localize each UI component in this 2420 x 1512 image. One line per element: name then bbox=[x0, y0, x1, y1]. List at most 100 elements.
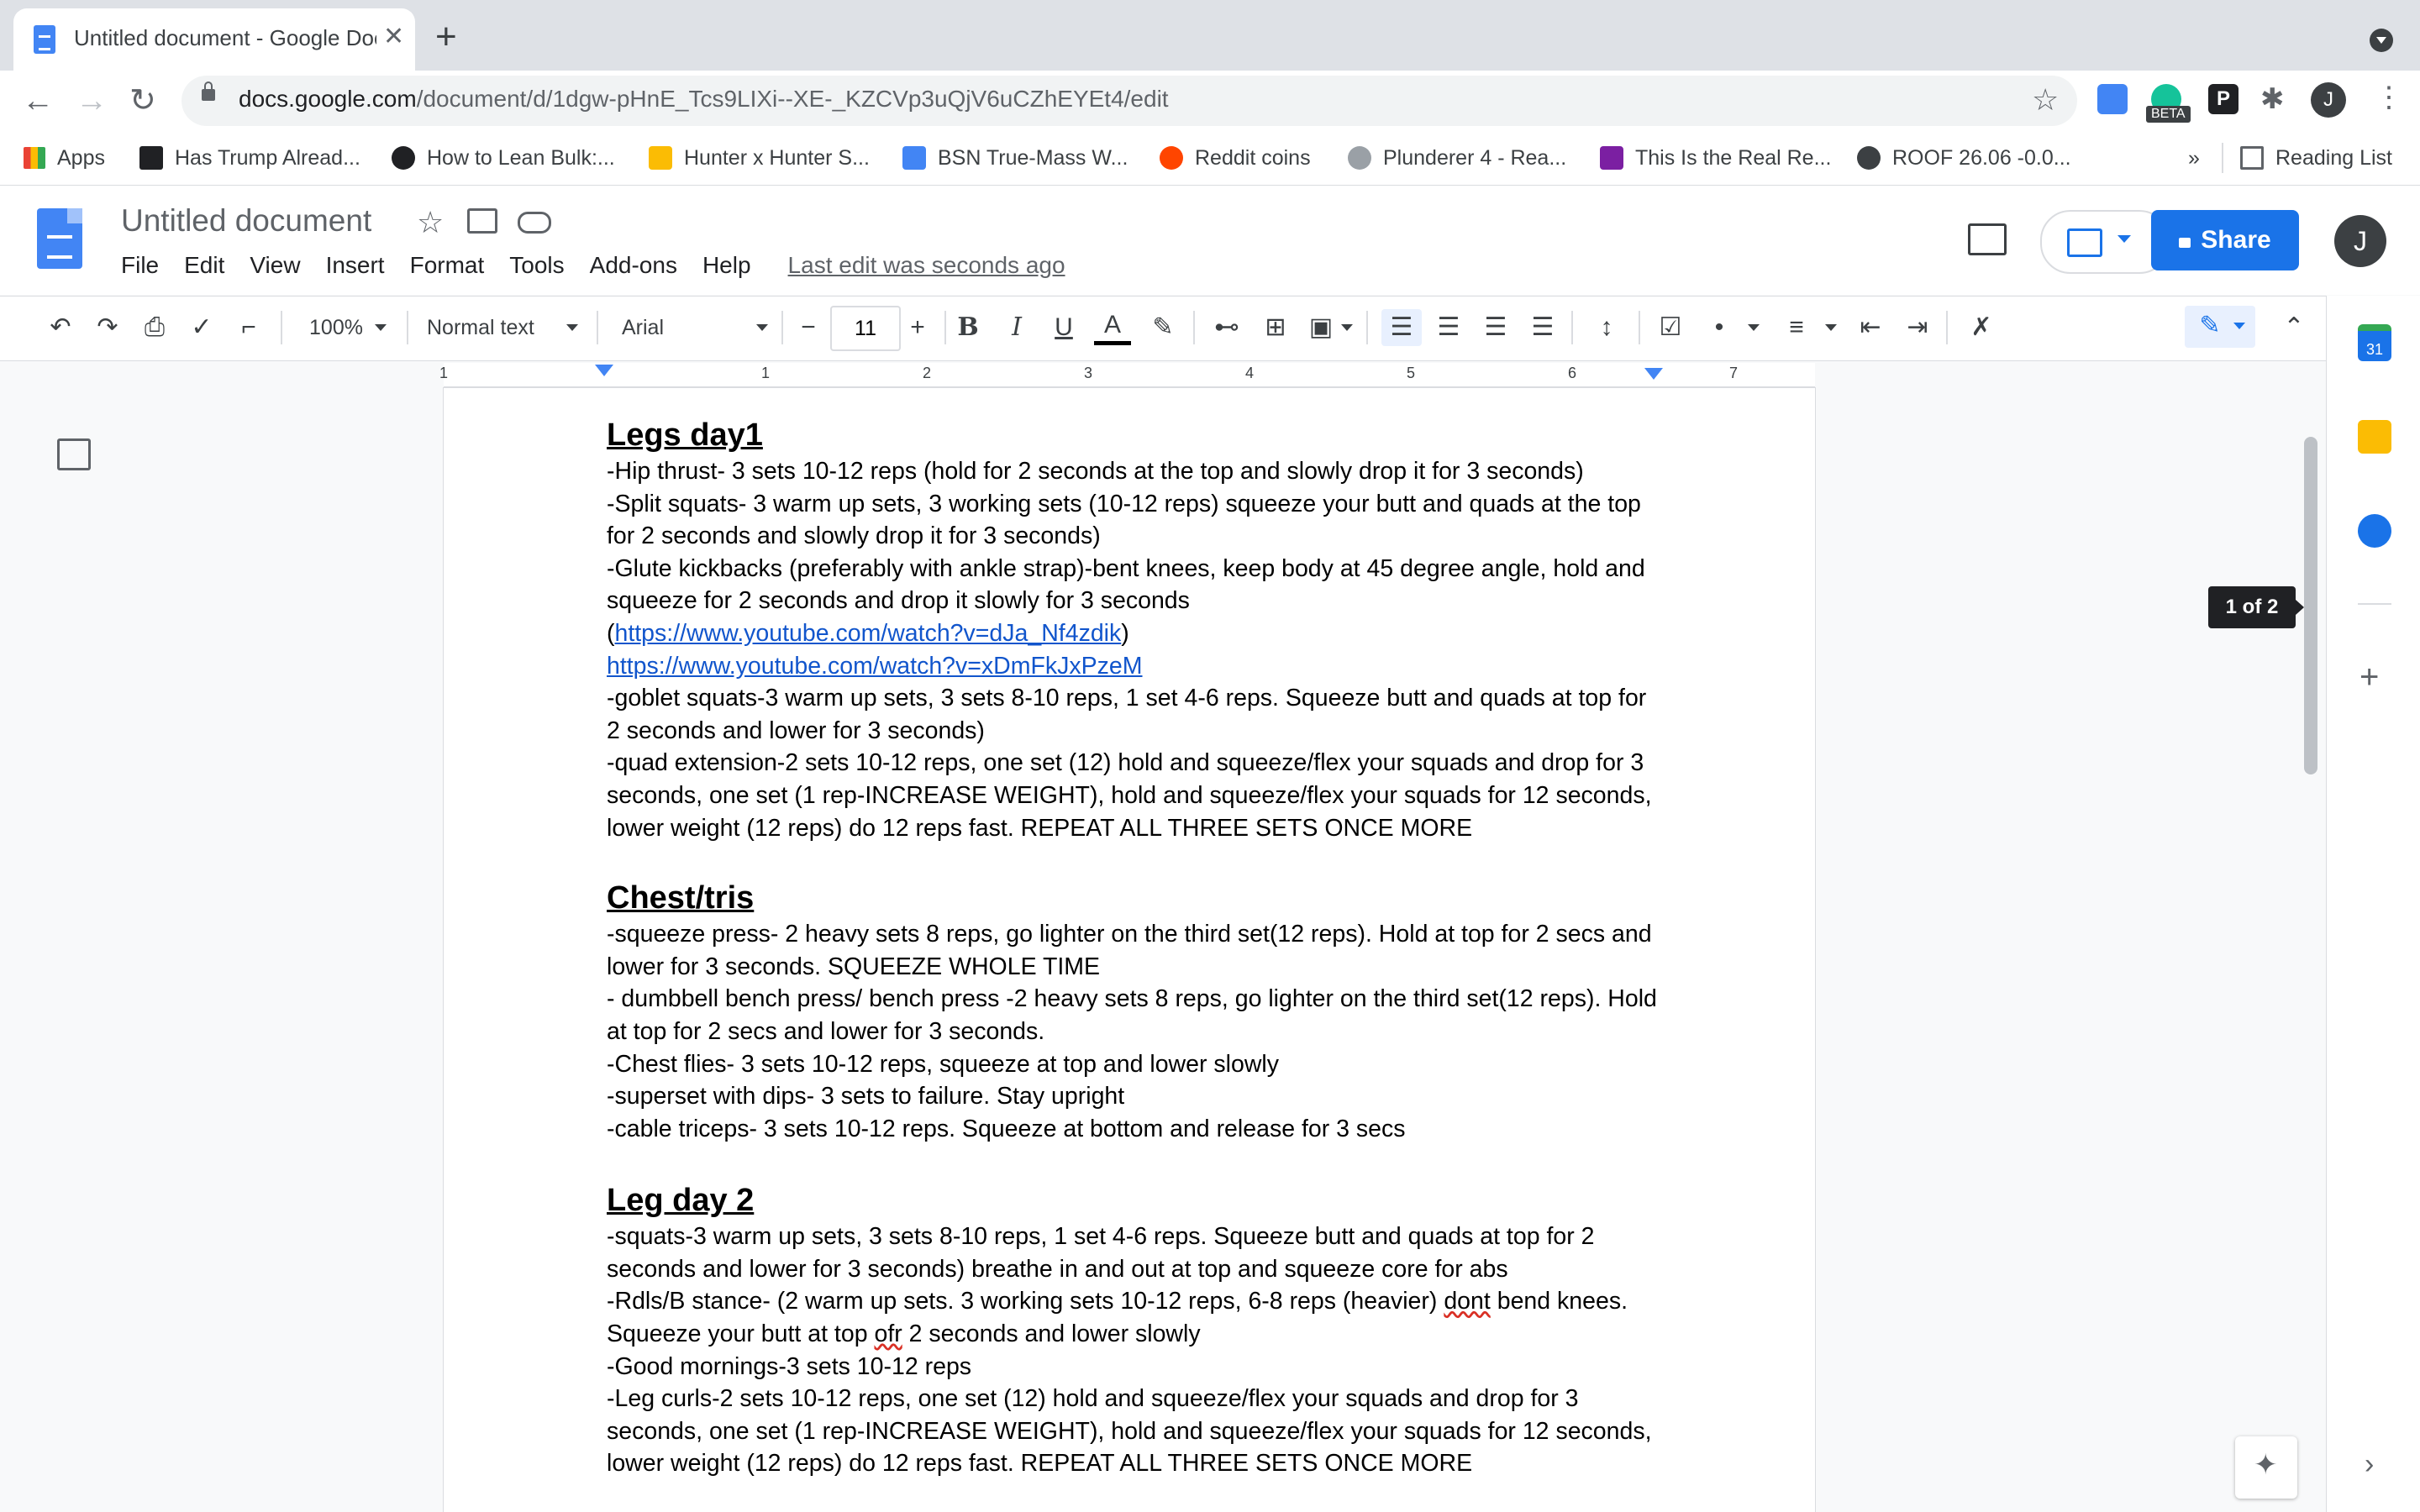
font-select[interactable]: Arial bbox=[622, 309, 723, 346]
undo-icon[interactable]: ↶ bbox=[44, 309, 77, 346]
lock-icon[interactable] bbox=[202, 81, 215, 101]
doc-paragraph: -goblet squats-3 warm up sets, 3 sets 8-… bbox=[607, 685, 1654, 744]
docs-logo-icon[interactable] bbox=[37, 208, 82, 269]
text-color-button[interactable]: A bbox=[1094, 309, 1131, 345]
tasks-icon[interactable] bbox=[2358, 514, 2391, 548]
bookmark-item[interactable]: Has Trump Alread... bbox=[139, 143, 360, 173]
bookmark-item[interactable]: Plunderer 4 - Rea... bbox=[1348, 143, 1566, 173]
share-button[interactable]: Share bbox=[2151, 210, 2299, 270]
menu-edit[interactable]: Edit bbox=[184, 252, 224, 279]
comment-history-icon[interactable] bbox=[1968, 223, 2007, 255]
menu-tools[interactable]: Tools bbox=[509, 252, 564, 279]
cloud-status-icon[interactable] bbox=[518, 212, 551, 234]
right-indent-marker[interactable] bbox=[1644, 368, 1663, 380]
italic-button[interactable]: I bbox=[1000, 309, 1034, 346]
align-right-icon[interactable]: ☰ bbox=[1477, 309, 1514, 346]
bulleted-list-icon[interactable]: • bbox=[1702, 309, 1736, 346]
underline-button[interactable]: U bbox=[1047, 309, 1081, 346]
bookmarks-overflow-icon[interactable]: » bbox=[2188, 143, 2200, 173]
browser-tab[interactable]: Untitled document - Google Docs ✕ bbox=[13, 8, 415, 71]
extensions-puzzle-icon[interactable]: ✱ bbox=[2260, 82, 2285, 116]
star-icon[interactable]: ☆ bbox=[417, 205, 444, 240]
move-folder-icon[interactable] bbox=[467, 208, 497, 234]
doc-paragraph: https://www.youtube.com/watch?v=xDmFkJxP… bbox=[607, 650, 1665, 683]
checklist-icon[interactable]: ☑ bbox=[1652, 309, 1689, 346]
highlight-color-icon[interactable]: ✎ bbox=[1146, 309, 1180, 346]
line-spacing-icon[interactable]: ↕ bbox=[1588, 309, 1625, 346]
back-icon[interactable]: ← bbox=[22, 79, 54, 123]
print-icon[interactable]: ⎙ bbox=[138, 309, 171, 346]
calendar-icon[interactable]: 31 bbox=[2358, 324, 2391, 361]
tab-title: Untitled document - Google Docs bbox=[74, 25, 376, 50]
bookmark-item[interactable]: Reddit coins bbox=[1160, 143, 1311, 173]
present-button[interactable] bbox=[2040, 210, 2170, 274]
increase-font-size-button[interactable]: + bbox=[901, 309, 934, 346]
chevron-right-icon[interactable]: › bbox=[2365, 1448, 2374, 1481]
doc-paragraph: (https://www.youtube.com/watch?v=dJa_Nf4… bbox=[607, 617, 1665, 650]
justify-icon[interactable]: ☰ bbox=[1524, 309, 1561, 346]
align-left-icon[interactable]: ☰ bbox=[1381, 309, 1422, 346]
insert-link-icon[interactable]: ⊷ bbox=[1208, 309, 1245, 346]
youtube-link-1[interactable]: https://www.youtube.com/watch?v=dJa_Nf4z… bbox=[615, 620, 1122, 647]
account-avatar[interactable]: J bbox=[2334, 215, 2386, 267]
menu-view[interactable]: View bbox=[250, 252, 300, 279]
url-text[interactable]: docs.google.com/document/d/1dgw-pHnE_Tcs… bbox=[239, 86, 1169, 113]
bookmark-item[interactable]: Hunter x Hunter S... bbox=[649, 143, 870, 173]
menu-file[interactable]: File bbox=[121, 252, 159, 279]
editing-mode-select[interactable]: ✎ bbox=[2185, 306, 2255, 348]
decrease-indent-icon[interactable]: ⇤ bbox=[1852, 309, 1889, 346]
bookmark-item[interactable]: ROOF 26.06 -0.0... bbox=[1857, 143, 2071, 173]
bookmark-item[interactable]: BSN True-Mass W... bbox=[902, 143, 1128, 173]
reload-icon[interactable]: ↻ bbox=[129, 79, 156, 123]
paint-format-icon[interactable]: ⌐ bbox=[232, 309, 266, 346]
reading-list[interactable]: Reading List bbox=[2222, 143, 2392, 173]
translate-extension-icon[interactable] bbox=[2097, 84, 2128, 114]
redo-icon[interactable]: ↷ bbox=[91, 309, 124, 346]
bookmark-item[interactable]: How to Lean Bulk:... bbox=[392, 143, 615, 173]
tab-search-icon[interactable] bbox=[2370, 29, 2393, 52]
ruler-track[interactable] bbox=[444, 363, 1815, 387]
misspelled-word[interactable]: dont bbox=[1444, 1288, 1490, 1315]
get-addons-icon[interactable]: + bbox=[2360, 659, 2379, 696]
new-tab-button[interactable]: + bbox=[435, 18, 457, 55]
menu-format[interactable]: Format bbox=[410, 252, 485, 279]
doc-paragraph: -quad extension-2 sets 10-12 reps, one s… bbox=[607, 749, 1659, 842]
browser-profile-avatar[interactable]: J bbox=[2311, 82, 2346, 118]
reddit-icon bbox=[1160, 146, 1183, 170]
clear-formatting-icon[interactable]: ✗ bbox=[1963, 309, 2000, 346]
doc-paragraph: -Rdls/B stance- (2 warm up sets. 3 worki… bbox=[607, 1285, 1665, 1350]
collapse-toolbar-icon[interactable]: ⌃ bbox=[2277, 309, 2311, 346]
paragraph-style-select[interactable]: Normal text bbox=[427, 309, 553, 346]
font-size-input[interactable]: 11 bbox=[830, 306, 901, 351]
document-body[interactable]: Legs day1 -Hip thrust- 3 sets 10-12 reps… bbox=[607, 415, 1665, 1480]
numbered-list-icon[interactable]: ≡ bbox=[1780, 309, 1813, 346]
forward-icon[interactable]: → bbox=[76, 79, 108, 123]
zoom-select[interactable]: 100% bbox=[302, 309, 370, 346]
document-title[interactable]: Untitled document bbox=[121, 203, 371, 239]
youtube-link-2[interactable]: https://www.youtube.com/watch?v=xDmFkJxP… bbox=[607, 653, 1143, 680]
align-center-icon[interactable]: ☰ bbox=[1430, 309, 1467, 346]
misspelled-word[interactable]: ofr bbox=[874, 1320, 902, 1347]
bookmark-star-icon[interactable]: ☆ bbox=[2032, 82, 2059, 118]
spellcheck-icon[interactable]: ✓ bbox=[185, 309, 218, 346]
keep-icon[interactable] bbox=[2358, 420, 2391, 454]
left-indent-marker[interactable] bbox=[595, 365, 613, 376]
menu-insert[interactable]: Insert bbox=[326, 252, 385, 279]
scrollbar-thumb[interactable] bbox=[2304, 437, 2317, 774]
increase-indent-icon[interactable]: ⇥ bbox=[1899, 309, 1936, 346]
document-outline-icon[interactable] bbox=[57, 438, 91, 470]
bookmark-item[interactable]: This Is the Real Re... bbox=[1600, 143, 1831, 173]
browser-menu-icon[interactable]: ⋮ bbox=[2375, 81, 2403, 114]
menu-addons[interactable]: Add-ons bbox=[590, 252, 677, 279]
tab-close-icon[interactable]: ✕ bbox=[383, 22, 404, 51]
bookmark-apps[interactable]: Apps bbox=[24, 143, 105, 173]
last-edit-link[interactable]: Last edit was seconds ago bbox=[788, 252, 1065, 279]
p-extension-icon[interactable]: P bbox=[2208, 84, 2238, 114]
add-comment-icon[interactable]: ⊞ bbox=[1257, 309, 1294, 346]
insert-image-icon[interactable]: ▣ bbox=[1304, 309, 1338, 346]
bold-button[interactable]: B bbox=[951, 309, 985, 346]
menu-help[interactable]: Help bbox=[702, 252, 751, 279]
explore-button[interactable] bbox=[2235, 1436, 2297, 1499]
decrease-font-size-button[interactable]: − bbox=[792, 309, 825, 346]
